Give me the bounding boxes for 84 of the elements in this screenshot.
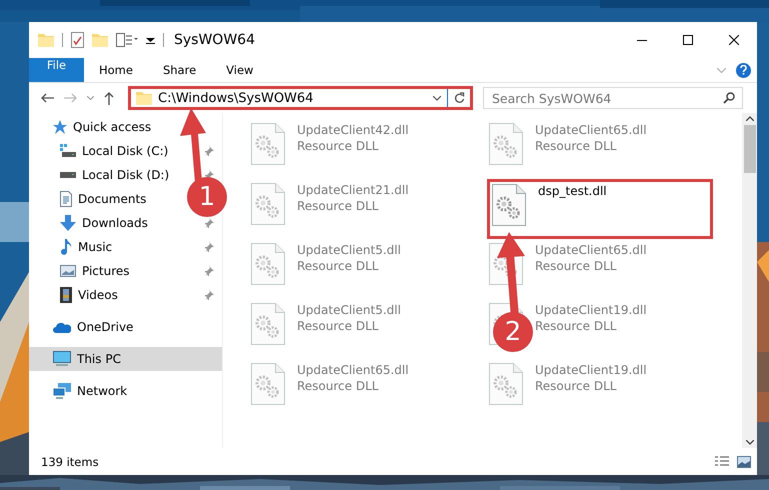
file-type: Resource DLL xyxy=(535,139,618,153)
maximize-icon[interactable] xyxy=(683,35,693,45)
file-name: UpdateClient5.dll xyxy=(297,303,401,317)
star-icon xyxy=(53,120,67,134)
sidebar-item[interactable]: Network xyxy=(77,384,128,398)
file-type: Resource DLL xyxy=(297,259,380,273)
pin-icon[interactable] xyxy=(205,242,214,252)
sidebar-item[interactable]: Music xyxy=(78,240,112,254)
file-type: Resource DLL xyxy=(535,379,618,393)
scrollbar-thumb[interactable] xyxy=(744,125,756,173)
properties-icon[interactable] xyxy=(116,33,138,47)
gear-file-icon xyxy=(489,363,523,405)
file-type: Resource DLL xyxy=(297,319,380,333)
scroll-up-icon[interactable] xyxy=(746,116,754,121)
search-field[interactable]: Search SysWOW64 xyxy=(483,87,743,109)
scrollbar[interactable] xyxy=(742,113,757,448)
file-name: UpdateClient19.dll xyxy=(535,363,647,377)
gear-file-icon xyxy=(489,123,523,165)
gear-file-icon xyxy=(492,184,526,226)
file-name: UpdateClient65.dll xyxy=(297,363,409,377)
dropdown-icon[interactable] xyxy=(146,36,155,44)
drive-icon xyxy=(60,172,76,178)
up-arrow-icon[interactable] xyxy=(104,92,114,104)
film-icon xyxy=(60,287,72,303)
close-icon[interactable] xyxy=(729,35,739,45)
window-title: SysWOW64 xyxy=(174,32,256,48)
file-name: UpdateClient21.dll xyxy=(297,183,409,197)
document-icon xyxy=(60,191,72,207)
network-icon xyxy=(53,383,71,399)
sidebar-item[interactable]: Local Disk (C:) xyxy=(82,144,168,158)
pin-icon[interactable] xyxy=(205,146,214,156)
file-type: Resource DLL xyxy=(535,319,618,333)
gear-file-icon xyxy=(251,123,285,165)
file-type: Resource DLL xyxy=(297,379,380,393)
pin-icon[interactable] xyxy=(205,218,214,228)
sidebar-item[interactable]: Pictures xyxy=(82,264,130,278)
address-path: C:\Windows\SysWOW64 xyxy=(158,90,314,106)
ribbon-tab[interactable]: View xyxy=(211,58,268,82)
help-icon[interactable] xyxy=(736,62,751,78)
file-name: UpdateClient65.dll xyxy=(535,123,647,137)
file-type: Resource DLL xyxy=(297,199,380,213)
gear-file-icon xyxy=(251,183,285,225)
highlighted-file[interactable]: dsp_test.dll xyxy=(487,179,713,239)
gear-file-icon xyxy=(251,363,285,405)
folder-icon xyxy=(136,91,152,105)
file-name: dsp_test.dll xyxy=(538,184,607,198)
scroll-down-icon[interactable] xyxy=(746,440,754,445)
checklist-icon[interactable] xyxy=(71,32,84,48)
sidebar-item[interactable]: Videos xyxy=(78,288,118,302)
sidebar-item[interactable]: Downloads xyxy=(82,216,148,230)
address-bar[interactable]: C:\Windows\SysWOW64 xyxy=(128,86,473,110)
chevron-down-icon[interactable] xyxy=(433,96,441,100)
back-arrow-icon[interactable] xyxy=(41,93,54,103)
refresh-icon[interactable] xyxy=(454,92,464,104)
download-arrow-icon xyxy=(60,215,76,231)
sidebar-item[interactable]: This PC xyxy=(29,347,222,371)
drive-icon xyxy=(60,144,76,158)
cloud-icon xyxy=(53,322,71,332)
ribbon-tab[interactable]: Share xyxy=(148,58,212,82)
gear-file-icon xyxy=(251,243,285,285)
picture-icon xyxy=(60,265,76,277)
file-name: UpdateClient5.dll xyxy=(297,243,401,257)
gear-file-icon xyxy=(251,303,285,345)
pin-icon[interactable] xyxy=(205,290,214,300)
details-view-icon[interactable] xyxy=(715,456,729,468)
folder-icon xyxy=(38,33,54,47)
pin-icon[interactable] xyxy=(205,266,214,276)
file-type: Resource DLL xyxy=(535,259,618,273)
monitor-icon xyxy=(53,351,71,367)
sidebar-item[interactable]: Quick access xyxy=(73,120,152,134)
search-icon[interactable] xyxy=(723,92,735,104)
large-icons-view-icon[interactable] xyxy=(737,456,751,468)
file-name: UpdateClient19.dll xyxy=(535,303,647,317)
sidebar-item[interactable]: OneDrive xyxy=(77,320,134,334)
file-name: UpdateClient65.dll xyxy=(535,243,647,257)
ribbon-tab[interactable]: Home xyxy=(84,58,148,82)
new-folder-icon xyxy=(92,33,108,47)
sidebar-item[interactable]: Documents xyxy=(78,192,146,206)
sidebar-item[interactable]: Local Disk (D:) xyxy=(82,168,170,182)
music-note-icon xyxy=(60,239,72,255)
file-name: UpdateClient42.dll xyxy=(297,123,409,137)
item-count: 139 items xyxy=(41,454,100,468)
file-menu-button[interactable]: File xyxy=(29,58,84,82)
file-type: Resource DLL xyxy=(297,139,380,153)
